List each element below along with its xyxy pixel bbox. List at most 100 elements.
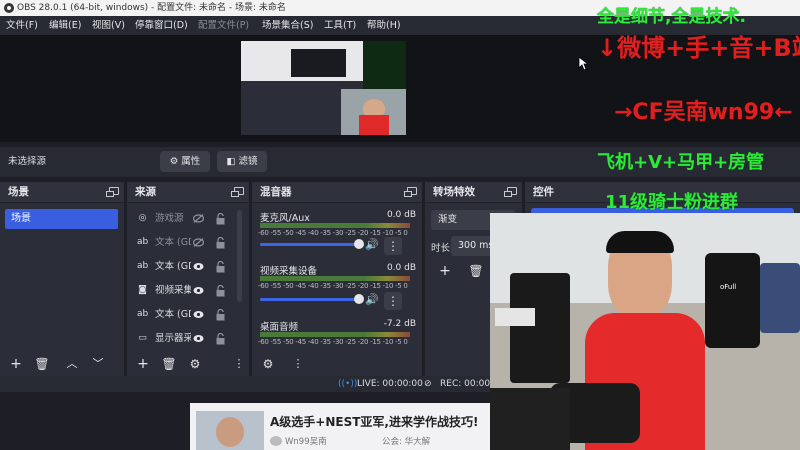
lock-icon[interactable] <box>216 261 225 273</box>
preview-overlay-text <box>363 41 406 89</box>
add-icon[interactable]: + <box>135 357 151 371</box>
more-icon[interactable]: ⋮ <box>290 357 306 371</box>
channel-menu-button[interactable]: ⋮ <box>384 292 402 310</box>
gear-icon[interactable]: ⚙ <box>260 357 276 371</box>
promo-card[interactable]: A级选手+NEST亚军,进来学作战技巧! Wn99吴南 公会: 华大解 <box>190 403 490 450</box>
preview-webcam <box>341 89 406 135</box>
eye-icon[interactable] <box>193 286 204 295</box>
source-label: 文本 (GDI+) <box>155 237 191 248</box>
filters-button[interactable]: ◧ 滤镜 <box>217 151 267 172</box>
source-item[interactable]: ab 文本 (GDI+) <box>131 256 249 278</box>
chevron-up-icon[interactable]: ︿ <box>64 357 80 371</box>
undock-icon[interactable] <box>106 187 119 197</box>
more-icon[interactable]: ⋮ <box>231 357 247 371</box>
no-source-selected-label: 未选择源 <box>8 156 47 167</box>
camera-icon: ◙ <box>138 285 147 295</box>
sources-toolbar: + 🗑 ⚙ ⋮ <box>127 352 249 376</box>
menu-scene-collection[interactable]: 场景集合(S) <box>262 16 313 35</box>
overlay-text: ↓微博+手+音+B站↓ <box>597 34 800 62</box>
scenes-header: 场景 <box>0 182 124 203</box>
mixer-channel-db: 0.0 dB <box>386 263 416 273</box>
overlay-text: 全是细节,全是技术. <box>597 7 746 27</box>
volume-meter <box>260 332 410 337</box>
volume-slider[interactable] <box>260 294 364 304</box>
eye-hidden-icon[interactable] <box>193 238 204 247</box>
avatar <box>270 436 282 446</box>
mouse-cursor-icon <box>578 56 588 71</box>
source-item[interactable]: ◎ 游戏源 <box>131 208 249 230</box>
gear-icon[interactable]: ⚙ <box>187 357 203 371</box>
mixer-toolbar: ⚙ ⋮ <box>252 352 422 376</box>
promo-meta: 公会: 华大解 <box>382 437 431 447</box>
scenes-title: 场景 <box>8 186 29 198</box>
source-item[interactable]: ab 文本 (GDI+) <box>131 232 249 254</box>
preview-nested-window <box>291 49 346 77</box>
mixer-channel-db: -7.2 dB <box>383 319 416 329</box>
mixer-channel-name: 麦克风/Aux <box>260 213 310 224</box>
eye-icon[interactable] <box>193 310 204 319</box>
mixer-channel-name: 桌面音频 <box>260 322 299 333</box>
menu-profile[interactable]: 配置文件(P) <box>198 16 249 35</box>
scenes-dock: 场景 场景 + 🗑 ︿ ﹀ <box>0 182 124 376</box>
eye-icon[interactable] <box>193 262 204 271</box>
source-label: 视频采集设备 <box>155 285 191 296</box>
lock-icon[interactable] <box>216 333 225 345</box>
trash-icon[interactable]: 🗑 <box>161 357 177 371</box>
scenes-toolbar: + 🗑 ︿ ﹀ <box>0 352 124 376</box>
lock-icon[interactable] <box>216 285 225 297</box>
source-label: 文本 (GDI+) <box>155 261 191 272</box>
meter-ticks: -60 -55 -50 -45 -40 -35 -30 -25 -20 -15 … <box>258 338 408 346</box>
text-icon: ab <box>137 261 149 271</box>
trash-icon[interactable]: 🗑 <box>34 357 50 371</box>
eye-hidden-icon[interactable] <box>193 214 204 223</box>
trash-icon[interactable]: 🗑 <box>468 264 484 278</box>
menu-file[interactable]: 文件(F) <box>6 16 38 35</box>
sources-scrollbar[interactable] <box>237 210 242 302</box>
undock-icon[interactable] <box>404 187 417 197</box>
undock-icon[interactable] <box>504 187 517 197</box>
speaker-icon[interactable]: 🔊 <box>365 294 379 306</box>
preview-canvas[interactable] <box>241 41 406 135</box>
text-icon: ab <box>137 309 149 319</box>
mixer-header: 混音器 <box>252 182 422 203</box>
monitor-icon: ▭ <box>138 333 147 343</box>
mixer-channel-db: 0.0 dB <box>386 210 416 220</box>
rec-icon: ⊘ <box>424 379 432 389</box>
undock-icon[interactable] <box>231 187 244 197</box>
live-time: LIVE: 00:00:00 <box>357 379 423 389</box>
chevron-down-icon[interactable]: ﹀ <box>90 357 106 371</box>
properties-button[interactable]: ⚙ 属性 <box>160 151 210 172</box>
transitions-title: 转场特效 <box>433 186 475 198</box>
lock-icon[interactable] <box>216 309 225 321</box>
source-label: 文本 (GDI+) <box>155 309 191 320</box>
channel-menu-button[interactable]: ⋮ <box>384 237 402 255</box>
menu-help[interactable]: 帮助(H) <box>367 16 401 35</box>
source-item[interactable]: ◙ 视频采集设备 <box>131 280 249 302</box>
preview-obs-panels <box>241 81 341 135</box>
promo-title: A级选手+NEST亚军,进来学作战技巧! <box>270 415 479 429</box>
volume-slider[interactable] <box>260 239 364 249</box>
menu-view[interactable]: 视图(V) <box>92 16 125 35</box>
source-label: 游戏源 <box>155 213 184 224</box>
meter-ticks: -60 -55 -50 -45 -40 -35 -30 -25 -20 -15 … <box>258 282 408 290</box>
speaker-icon[interactable]: 🔊 <box>365 239 379 251</box>
add-icon[interactable]: + <box>437 264 453 278</box>
add-icon[interactable]: + <box>8 357 24 371</box>
scene-item[interactable]: 场景 <box>5 209 118 229</box>
lock-icon[interactable] <box>216 237 225 249</box>
slider-knob[interactable] <box>354 294 364 304</box>
menu-docks[interactable]: 停靠窗口(D) <box>135 16 188 35</box>
volume-meter <box>260 276 410 281</box>
promo-thumbnail <box>196 411 264 450</box>
source-item[interactable]: ab 文本 (GDI+) <box>131 304 249 326</box>
menu-tools[interactable]: 工具(T) <box>324 16 356 35</box>
menu-edit[interactable]: 编辑(E) <box>49 16 81 35</box>
source-item[interactable]: ▭ 显示器采集 <box>131 328 249 350</box>
transitions-header: 转场特效 <box>425 182 522 203</box>
overlay-text: →CF吴南wn99← <box>614 100 793 125</box>
eye-icon[interactable] <box>193 334 204 343</box>
obs-logo-icon <box>4 3 14 13</box>
slider-knob[interactable] <box>354 239 364 249</box>
lock-icon[interactable] <box>216 213 225 225</box>
duration-label: 时长 <box>431 243 451 254</box>
